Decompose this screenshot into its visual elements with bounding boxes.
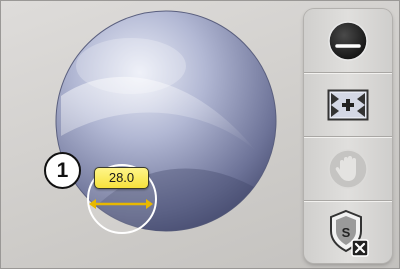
screen: 28.0 1 S — [0, 0, 400, 269]
close-shield-button[interactable]: S — [304, 201, 392, 263]
hand-icon — [328, 148, 368, 189]
side-toolbar: S — [304, 9, 392, 263]
svg-text:S: S — [342, 225, 351, 240]
half-circle-icon — [328, 20, 368, 61]
zoom-fit-button[interactable] — [304, 73, 392, 137]
fit-window-icon — [327, 89, 369, 120]
measurement-value-badge: 28.0 — [94, 167, 149, 189]
shield-close-icon: S — [330, 209, 369, 257]
image-viewport[interactable]: 28.0 1 — [1, 1, 301, 270]
pan-button[interactable] — [304, 137, 392, 201]
contrast-button[interactable] — [304, 9, 392, 73]
callout-number: 1 — [44, 152, 81, 189]
